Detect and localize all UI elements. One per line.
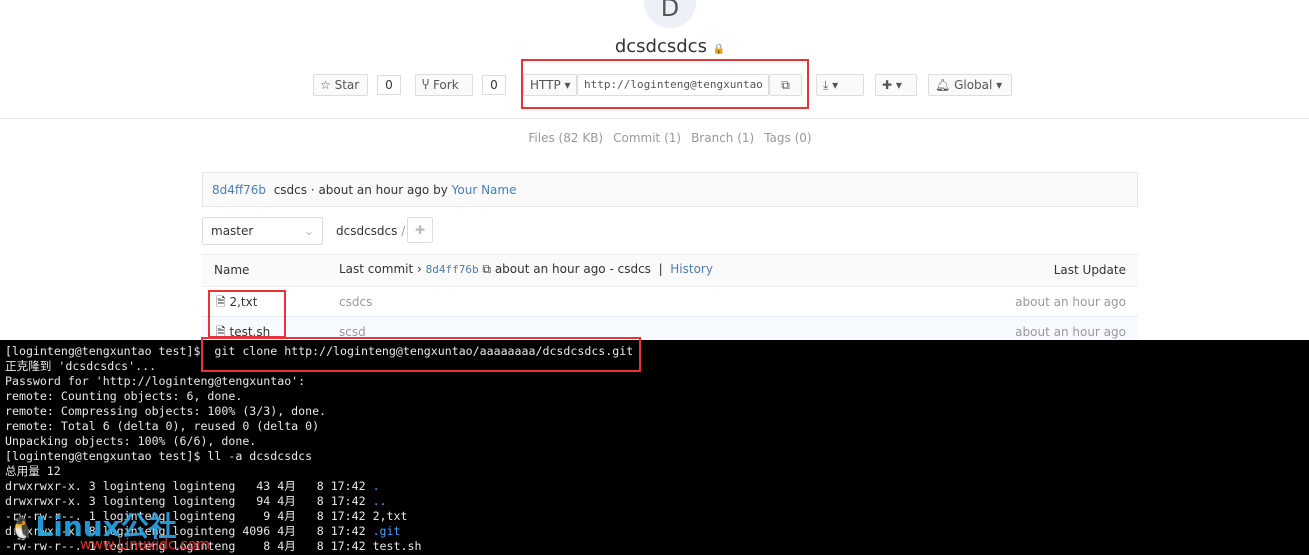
repo-title: dcsdcsdcs 🔒 [0,36,1309,57]
fork-button[interactable]: Ⴤ Fork [415,74,473,96]
branch-select[interactable]: master ⌄ [202,217,323,245]
add-file-button[interactable]: ✚ [407,217,433,243]
tab-branch[interactable]: Branch (1) [691,131,754,145]
plus-icon: ✚ [882,78,893,92]
highlight-box [208,290,286,338]
bell-icon: 🔔︎ [935,78,951,92]
lock-icon: 🔒 [712,44,726,55]
breadcrumb: dcsdcsdcs / [336,224,406,238]
terminal-line: Unpacking objects: 100% (6/6), done. [5,434,257,448]
terminal-line: -rw-rw-r--. 1 loginteng loginteng 9 4月 8… [5,509,408,523]
terminal-line: [loginteng@tengxuntao test]$ ll -a dcsdc… [5,449,313,463]
terminal-line: remote: Total 6 (delta 0), reused 0 (del… [5,419,320,433]
terminal-line: remote: Counting objects: 6, done. [5,389,243,403]
last-commit-header: Last commit › 8d4ff76b ⧉ about an hour a… [339,262,713,276]
terminal-line: drwxrwxr-x. 3 loginteng loginteng 94 4月 … [5,494,387,508]
commit-sha-link[interactable]: 8d4ff76b [212,183,266,197]
chevron-down-icon: ⌄ [303,224,314,238]
terminal-line: 总用量 12 [5,464,61,478]
breadcrumb-repo[interactable]: dcsdcsdcs [336,224,397,238]
repo-tabs: Files (82 KB) Commit (1) Branch (1) Tags (0… [0,131,1309,145]
add-button[interactable]: ✚ ▾ [875,74,917,96]
penguin-icon: 🐧 [8,517,36,542]
star-icon: ☆ [320,78,331,92]
terminal[interactable]: [loginteng@tengxuntao test]$ git clone h… [0,340,1309,555]
name-header: Name [214,263,250,277]
copy-icon[interactable]: ⧉ [482,262,491,276]
watermark-url: www.Linuxidc.com [80,537,211,553]
header-sha-link[interactable]: 8d4ff76b [426,263,479,276]
table-row[interactable]: 🗎 2,txt csdcs about an hour ago [202,287,1138,317]
download-button[interactable]: ⤓ ▾ [816,74,864,96]
highlight-box [521,59,809,109]
table-header: Name Last commit › 8d4ff76b ⧉ about an h… [202,254,1138,287]
terminal-line: remote: Compressing objects: 100% (3/3),… [5,404,327,418]
divider [0,118,1309,119]
tab-commit[interactable]: Commit (1) [613,131,681,145]
notification-dropdown[interactable]: 🔔︎ Global ▾ [928,74,1012,96]
fork-count[interactable]: 0 [482,75,506,95]
history-link[interactable]: History [670,262,713,276]
terminal-line: drwxrwxr-x. 3 loginteng loginteng 43 4月 … [5,479,380,493]
last-commit-bar: 8d4ff76b csdcs · about an hour ago by Yo… [202,172,1138,207]
author-link[interactable]: Your Name [452,183,517,197]
repo-name: dcsdcsdcs [614,36,707,57]
plus-icon: ✚ [414,223,426,237]
star-count[interactable]: 0 [377,75,401,95]
highlight-box [201,337,641,372]
tab-tags[interactable]: Tags (0) [764,131,811,145]
star-button[interactable]: ☆ Star [313,74,368,96]
commit-message: csdcs · about an hour ago by [273,183,448,197]
terminal-line: Password for 'http://loginteng@tengxunta… [5,374,306,388]
tab-files[interactable]: Files (82 KB) [528,131,603,145]
repo-avatar: D [644,0,696,28]
download-icon: ⤓ [823,78,829,92]
commit-msg[interactable]: csdcs [339,287,372,317]
fork-icon: Ⴤ [422,78,430,92]
last-update-header: Last Update [1053,263,1126,277]
update-time: about an hour ago [1015,295,1126,309]
file-table: Name Last commit › 8d4ff76b ⧉ about an h… [202,254,1138,347]
